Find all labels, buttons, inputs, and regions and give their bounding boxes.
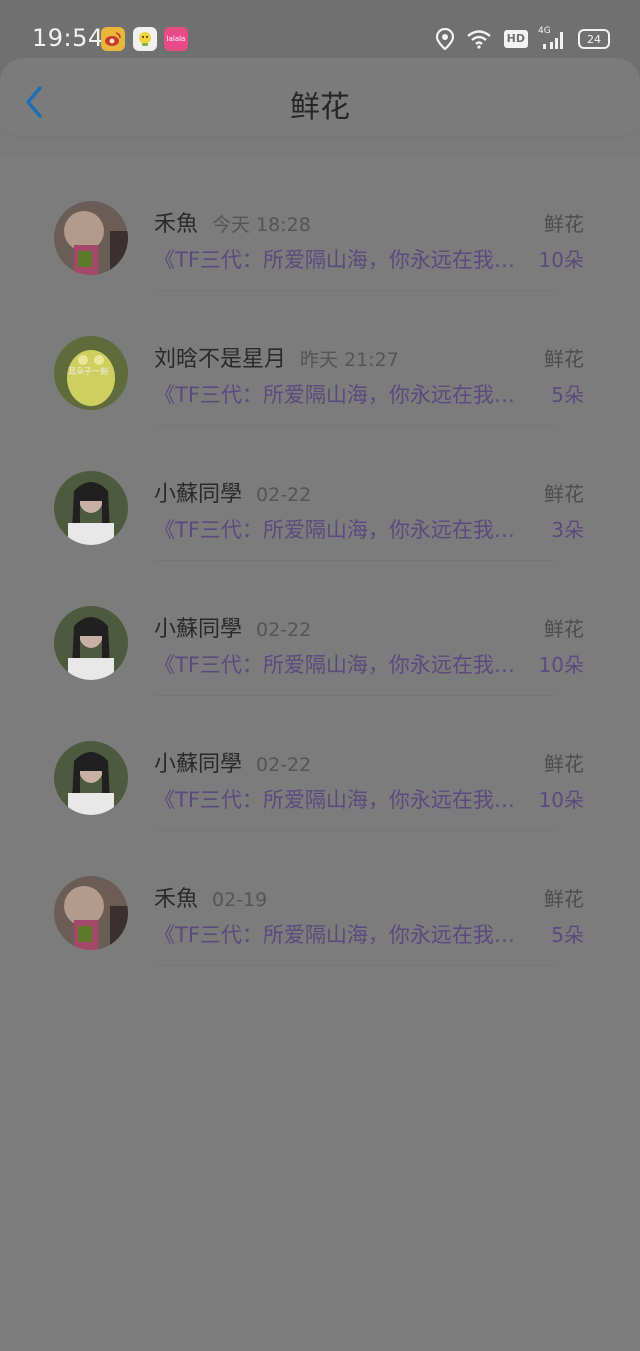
flower-count: 5朵 <box>551 383 584 407</box>
battery-level: 24 <box>587 32 601 46</box>
flower-count: 3朵 <box>551 518 584 542</box>
sent-time: 02-22 <box>256 754 312 776</box>
sender-name: 小蘇同學 02-22 <box>154 611 311 643</box>
gift-type-label: 鲜花 <box>544 887 584 911</box>
sent-time: 昨天 21:27 <box>300 349 399 371</box>
duck-app-icon <box>133 27 157 51</box>
flower-list: 禾魚 今天 18:28 鲜花 《TF三代：所爱隔山海，你永远在我心上》 10朵 耳… <box>0 156 640 1351</box>
list-item[interactable]: 禾魚 02-19 鲜花 《TF三代：所爱隔山海，你永远在我心上》 5朵 <box>0 831 640 966</box>
location-icon <box>435 26 454 52</box>
sender-name-text: 禾魚 <box>154 212 199 237</box>
flower-count: 10朵 <box>538 653 584 677</box>
gift-type-label: 鲜花 <box>544 482 584 506</box>
sent-time: 02-22 <box>256 484 312 506</box>
sender-name: 禾魚 今天 18:28 <box>154 206 311 238</box>
flower-count: 5朵 <box>551 923 584 947</box>
list-item[interactable]: 耳朵子一刻 刘晗不是星月 昨天 21:27 鲜花 《TF三代：所爱隔山海，你永远在… <box>0 291 640 426</box>
battery-icon: 24 <box>578 29 610 49</box>
avatar[interactable]: 耳朵子一刻 <box>54 336 128 410</box>
gift-type-label: 鲜花 <box>544 617 584 641</box>
list-item[interactable]: 小蘇同學 02-22 鲜花 《TF三代：所爱隔山海，你永远在我心上》 10朵 <box>0 561 640 696</box>
work-title[interactable]: 《TF三代：所爱隔山海，你永远在我心上》 <box>154 244 534 274</box>
work-title[interactable]: 《TF三代：所爱隔山海，你永远在我心上》 <box>154 784 534 814</box>
flower-count: 10朵 <box>538 248 584 272</box>
flower-count: 10朵 <box>538 788 584 812</box>
status-time: 19:54 <box>32 24 104 52</box>
page-title: 鲜花 <box>290 90 350 125</box>
sender-name: 禾魚 02-19 <box>154 881 267 913</box>
weibo-icon <box>101 27 125 51</box>
avatar-caption: 耳朵子一刻 <box>68 367 108 376</box>
wifi-icon <box>466 26 492 52</box>
hd-badge: HD <box>503 30 528 48</box>
avatar[interactable] <box>54 741 128 815</box>
sender-name-text: 小蘇同學 <box>154 752 243 777</box>
avatar[interactable] <box>54 471 128 545</box>
list-item[interactable]: 小蘇同學 02-22 鲜花 《TF三代：所爱隔山海，你永远在我心上》 3朵 <box>0 426 640 561</box>
status-indicators: HD 4G 24 <box>435 26 610 52</box>
list-item[interactable]: 禾魚 今天 18:28 鲜花 《TF三代：所爱隔山海，你永远在我心上》 10朵 <box>0 156 640 291</box>
sender-name: 刘晗不是星月 昨天 21:27 <box>154 341 399 373</box>
sent-time: 今天 18:28 <box>212 214 311 236</box>
gift-type-label: 鲜花 <box>544 752 584 776</box>
sender-name: 小蘇同學 02-22 <box>154 746 311 778</box>
gift-type-label: 鲜花 <box>544 212 584 236</box>
network-type: 4G <box>538 26 551 36</box>
work-title[interactable]: 《TF三代：所爱隔山海，你永远在我心上》 <box>154 649 534 679</box>
work-title[interactable]: 《TF三代：所爱隔山海，你永远在我心上》 <box>154 514 534 544</box>
avatar[interactable] <box>54 606 128 680</box>
lalala-app-text: lalala <box>166 35 186 43</box>
sent-time: 02-22 <box>256 619 312 641</box>
divider <box>154 965 556 966</box>
sender-name-text: 小蘇同學 <box>154 617 243 642</box>
work-title[interactable]: 《TF三代：所爱隔山海，你永远在我心上》 <box>154 919 534 949</box>
avatar[interactable] <box>54 201 128 275</box>
gift-type-label: 鲜花 <box>544 347 584 371</box>
top-navigation-bar: 鲜花 <box>0 58 640 138</box>
lalala-app-icon: lalala <box>164 27 188 51</box>
work-title[interactable]: 《TF三代：所爱隔山海，你永远在我心上》 <box>154 379 534 409</box>
sender-name: 小蘇同學 02-22 <box>154 476 311 508</box>
signal-icon: 4G <box>538 26 566 52</box>
avatar[interactable] <box>54 876 128 950</box>
sender-name-text: 刘晗不是星月 <box>154 347 287 372</box>
sender-name-text: 禾魚 <box>154 887 199 912</box>
sent-time: 02-19 <box>212 889 268 911</box>
sender-name-text: 小蘇同學 <box>154 482 243 507</box>
list-item[interactable]: 小蘇同學 02-22 鲜花 《TF三代：所爱隔山海，你永远在我心上》 10朵 <box>0 696 640 831</box>
